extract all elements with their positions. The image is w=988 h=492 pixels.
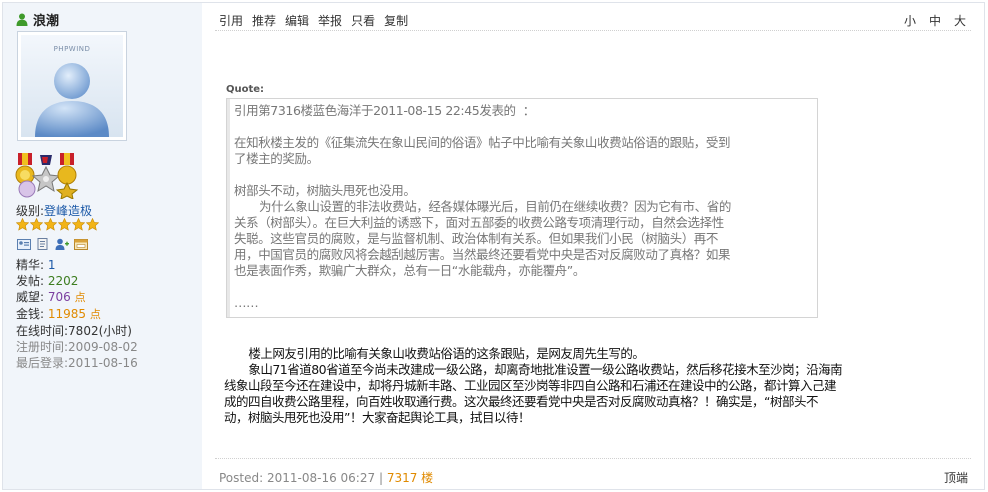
quote-line: 也是表面作秀，欺骗广大群众，总有一日“水能载舟，亦能覆舟”。 bbox=[234, 263, 585, 278]
font-small-button[interactable]: 小 bbox=[904, 12, 916, 29]
stat-digest: 精华: 1 bbox=[16, 258, 56, 272]
stat-posts: 发帖: 2202 bbox=[16, 274, 79, 288]
post-meta: Posted: 2011-08-16 06:27 | 7317 楼 bbox=[219, 469, 433, 486]
add-friend-icon[interactable] bbox=[55, 238, 69, 250]
medals-icon[interactable] bbox=[15, 153, 105, 199]
quote-text: 引用第7316楼蓝色海洋于2011-08-15 22:45发表的 ： 在知秋楼主发… bbox=[234, 103, 813, 311]
body-line: 动，树脑头甩死也没用”！大家奋起舆论工具，拭目以待！ bbox=[224, 410, 530, 425]
user-level: 级别:登峰造极 bbox=[16, 202, 92, 219]
posted-label: Posted: bbox=[219, 471, 264, 485]
quote-line bbox=[234, 167, 813, 183]
level-label: 级别: bbox=[16, 204, 45, 218]
font-large-button[interactable]: 大 bbox=[954, 12, 966, 29]
post-body: 楼上网友引用的比喻有关象山收费站俗语的这条跟贴，是网友周先生写的。 象山71省道… bbox=[224, 346, 958, 426]
quote-line: 树部头不动，树脑头甩死也没用。 bbox=[234, 183, 416, 198]
avatar[interactable]: PHPWIND bbox=[17, 31, 127, 141]
recommend-button[interactable]: 推荐 bbox=[252, 12, 276, 29]
floor-number[interactable]: 7317 楼 bbox=[387, 471, 433, 485]
quote-line: 了楼主的奖励。 bbox=[234, 151, 319, 166]
quote-line: 引用第7316楼蓝色海洋于2011-08-15 22:45发表的 ： bbox=[234, 103, 535, 118]
footer-divider bbox=[215, 458, 971, 459]
stat-money: 金钱: 11985 点 bbox=[16, 307, 101, 321]
star-icon bbox=[16, 218, 29, 231]
user-online-icon bbox=[16, 13, 28, 26]
user-tools bbox=[17, 238, 88, 250]
star-icon bbox=[72, 218, 85, 231]
header-divider bbox=[215, 30, 971, 31]
body-line: 象山71省道80省道至今尚未改建成一级公路，却离奇地批准设置一级公路收费站，然后… bbox=[224, 362, 843, 377]
stat-prestige: 威望: 706 点 bbox=[16, 290, 86, 304]
quote-line: 关系（树部头）。在巨大利益的诱惑下，面对五部委的收费公路专项清理行动，自然会选择… bbox=[234, 215, 724, 230]
font-medium-button[interactable]: 中 bbox=[929, 12, 941, 29]
author-name-text: 浪潮 bbox=[33, 14, 60, 29]
quote-line bbox=[234, 279, 813, 295]
homepage-icon[interactable] bbox=[74, 238, 88, 250]
post-frame: 浪潮 PHPWIND 级别:登峰造极 精华: 1 发帖: 2202 威望: 70… bbox=[2, 2, 985, 490]
quote-line: 用，中国官员的腐败风将会越刮越厉害。当然最终还要看党中央是否对反腐败动了真格？如… bbox=[234, 247, 731, 262]
star-icon bbox=[30, 218, 43, 231]
posted-time: 2011-08-16 06:27 bbox=[266, 471, 376, 485]
quote-label: Quote: bbox=[226, 84, 265, 95]
quote-button[interactable]: 引用 bbox=[219, 12, 243, 29]
back-to-top-link[interactable]: 顶端 bbox=[944, 469, 968, 486]
quote-line: …… bbox=[234, 295, 259, 310]
author-name[interactable]: 浪潮 bbox=[16, 10, 59, 29]
profile-icon[interactable] bbox=[17, 238, 31, 250]
message-icon[interactable] bbox=[36, 238, 50, 250]
rank-stars bbox=[16, 218, 99, 231]
star-icon bbox=[58, 218, 71, 231]
stat-online-time: 在线时间:7802(小时) bbox=[16, 324, 132, 338]
edit-button[interactable]: 编辑 bbox=[285, 12, 309, 29]
quote-block: 引用第7316楼蓝色海洋于2011-08-15 22:45发表的 ： 在知秋楼主发… bbox=[226, 98, 818, 318]
author-sidebar: 浪潮 PHPWIND 级别:登峰造极 精华: 1 发帖: 2202 威望: 70… bbox=[3, 3, 202, 489]
font-size-switcher: 小 中 大 bbox=[904, 12, 966, 29]
quote-bar bbox=[227, 99, 230, 317]
post-toolbar: 引用 推荐 编辑 举报 只看 复制 bbox=[219, 12, 408, 29]
level-value-link[interactable]: 登峰造极 bbox=[44, 204, 92, 218]
meta-separator: | bbox=[378, 471, 383, 485]
copy-button[interactable]: 复制 bbox=[384, 12, 408, 29]
body-line: 线象山段至今还在建设中，却将丹城新丰路、工业园区至沙岗等非四自公路和石浦还在建设… bbox=[224, 378, 837, 393]
only-view-button[interactable]: 只看 bbox=[351, 12, 375, 29]
stat-last-login: 最后登录:2011-08-16 bbox=[16, 356, 138, 370]
default-avatar-figure-icon bbox=[35, 63, 109, 137]
star-icon bbox=[44, 218, 57, 231]
report-button[interactable]: 举报 bbox=[318, 12, 342, 29]
quote-line: 失聪。这些官员的腐败，是与监督机制、政治体制有关系。但如果我们小民（树脑头）再不 bbox=[234, 231, 719, 246]
post-main: 引用 推荐 编辑 举报 只看 复制 小 中 大 Quote: 引用第7316楼蓝… bbox=[202, 3, 984, 489]
user-stats: 精华: 1 发帖: 2202 威望: 706 点 金钱: 11985 点 在线时… bbox=[16, 257, 138, 371]
quote-line: 在知秋楼主发的《征集流失在象山民间的俗语》帖子中比喻有关象山收费站俗语的跟贴，受… bbox=[234, 135, 731, 150]
quote-line: 为什么象山设置的非法收费站，经各媒体曝光后，目前仍在继续收费？因为它有市、省的 bbox=[234, 199, 731, 214]
body-line: 楼上网友引用的比喻有关象山收费站俗语的这条跟贴，是网友周先生写的。 bbox=[224, 346, 645, 361]
star-icon bbox=[86, 218, 99, 231]
stat-register-time: 注册时间:2009-08-02 bbox=[16, 340, 138, 354]
quote-line bbox=[234, 119, 813, 135]
body-line: 成的四自收费公路里程，向百姓收取通行费。这次最终还要看党中央是否对反腐败动真格？… bbox=[224, 394, 818, 409]
